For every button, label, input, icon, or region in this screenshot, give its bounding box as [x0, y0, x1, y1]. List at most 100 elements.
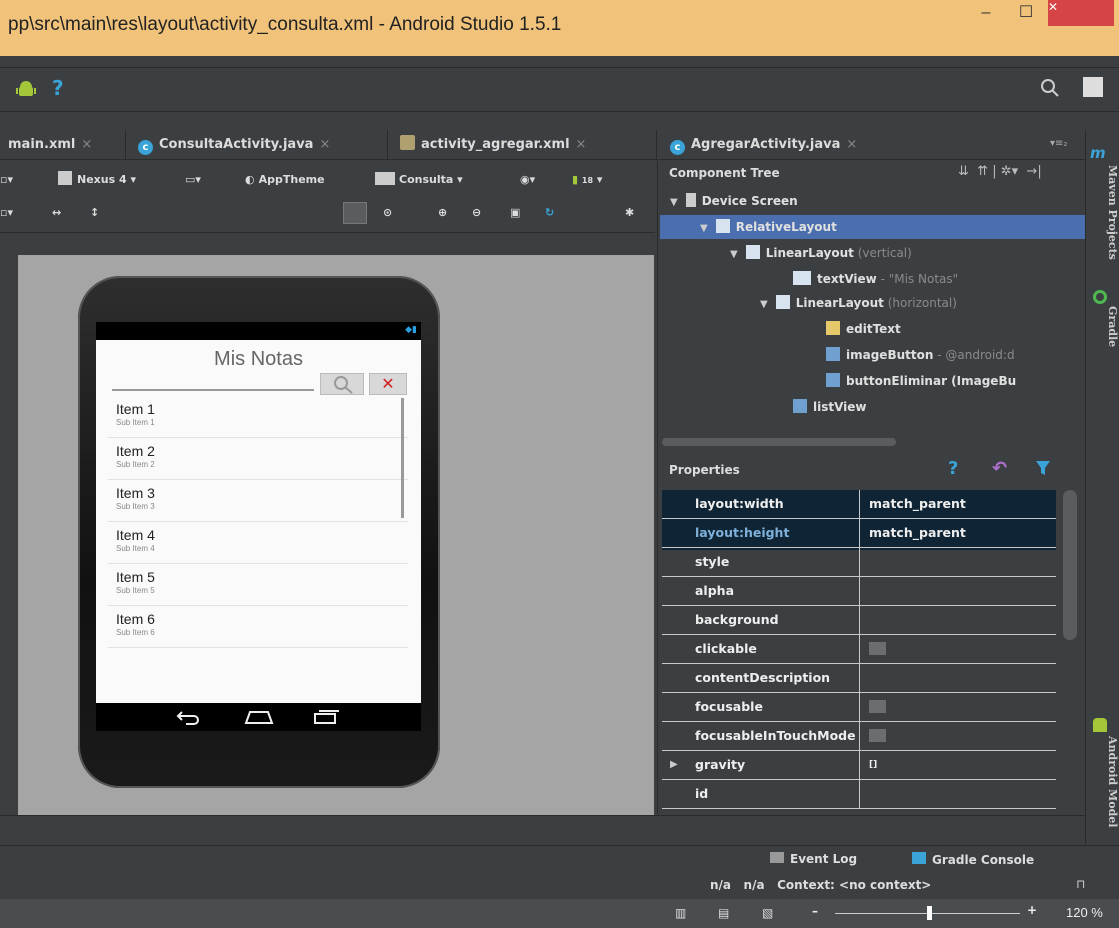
- android-icon[interactable]: [1093, 718, 1107, 732]
- user-avatar-icon[interactable]: [1083, 77, 1103, 97]
- zoom-out-icon[interactable]: ⊖: [472, 203, 481, 223]
- home-icon[interactable]: [242, 709, 276, 725]
- hide-icon[interactable]: →|: [1026, 164, 1041, 179]
- preview-icon[interactable]: ▣: [510, 203, 520, 223]
- help-icon[interactable]: ?: [948, 458, 958, 479]
- zoom-minus-button[interactable]: –: [812, 904, 818, 918]
- expand-horizontal-icon[interactable]: ↔: [52, 203, 61, 223]
- edit-text[interactable]: [112, 389, 314, 391]
- gradle-console-button[interactable]: Gradle Console: [912, 852, 1034, 867]
- activity-selector[interactable]: Consulta ▾: [375, 170, 463, 190]
- property-value[interactable]: [859, 722, 1056, 750]
- settings-icon[interactable]: ✱: [625, 203, 634, 223]
- tab-overflow-icon[interactable]: ▾≡₂: [1050, 138, 1067, 149]
- properties-scrollbar[interactable]: [1063, 490, 1077, 640]
- expand-arrow-icon[interactable]: ▼: [700, 223, 708, 234]
- filter-icon[interactable]: [1035, 460, 1051, 479]
- list-item[interactable]: Item 1 Sub Item 1: [108, 396, 408, 438]
- help-icon[interactable]: ?: [52, 76, 64, 100]
- page-view-icon[interactable]: ▤: [718, 906, 729, 920]
- property-value[interactable]: [859, 664, 1056, 692]
- property-row[interactable]: ▶ gravity []: [662, 751, 1056, 780]
- property-row[interactable]: layout:width match_parent: [662, 490, 1056, 519]
- property-value[interactable]: match_parent: [859, 490, 1056, 518]
- layout-icon[interactable]: ▫▾: [0, 203, 13, 223]
- orientation-icon[interactable]: ▭▾: [185, 170, 201, 190]
- locale-icon[interactable]: ◉▾: [520, 170, 535, 190]
- property-value[interactable]: [859, 548, 1056, 576]
- property-value[interactable]: match_parent: [859, 519, 1056, 547]
- maximize-button[interactable]: ☐: [1006, 0, 1046, 28]
- tree-node-textview[interactable]: textView - "Mis Notas": [793, 268, 958, 290]
- expand-arrow-icon[interactable]: ▼: [760, 299, 768, 310]
- gradle-tab[interactable]: Gradle: [1085, 306, 1119, 366]
- zoom-slider-thumb[interactable]: [927, 906, 932, 920]
- book-view-icon[interactable]: ▥: [675, 906, 686, 920]
- tree-node-edittext[interactable]: editText: [826, 318, 901, 340]
- checkbox[interactable]: [869, 729, 886, 742]
- refresh-icon[interactable]: ↻: [545, 203, 554, 223]
- tab-activity-agregar[interactable]: activity_agregar.xml ×: [392, 130, 657, 160]
- checkbox[interactable]: [869, 642, 886, 655]
- property-value[interactable]: [859, 635, 1056, 663]
- api-selector[interactable]: ▮ 18 ▾: [572, 170, 602, 190]
- checkbox[interactable]: [869, 700, 886, 713]
- maven-icon[interactable]: m: [1090, 144, 1106, 162]
- recents-icon[interactable]: [312, 709, 342, 725]
- zoom-in-icon[interactable]: ⊕: [438, 203, 447, 223]
- close-button[interactable]: ✕: [1048, 0, 1114, 26]
- property-value[interactable]: [859, 780, 1056, 808]
- tab-consulta-activity[interactable]: c ConsultaActivity.java ×: [130, 130, 388, 160]
- tree-node-listview[interactable]: listView: [793, 396, 867, 418]
- zoom-to-fit-icon[interactable]: [343, 202, 367, 224]
- android-model-tab[interactable]: Android Model: [1085, 736, 1119, 846]
- device-selector[interactable]: Nexus 4 ▾: [58, 170, 136, 190]
- property-value[interactable]: [859, 606, 1056, 634]
- tab-main-xml[interactable]: main.xml ×: [0, 130, 126, 160]
- list-item[interactable]: Item 3 Sub Item 3: [108, 480, 408, 522]
- maven-projects-tab[interactable]: Maven Projects: [1085, 165, 1119, 285]
- property-row[interactable]: contentDescription: [662, 664, 1056, 693]
- close-icon[interactable]: ×: [81, 137, 92, 152]
- tree-horizontal-scrollbar[interactable]: [662, 438, 896, 446]
- property-row[interactable]: focusable: [662, 693, 1056, 722]
- property-value[interactable]: []: [859, 751, 1056, 779]
- tree-node-linearlayout-vertical[interactable]: ▼ LinearLayout (vertical): [730, 242, 912, 264]
- search-image-button[interactable]: [320, 373, 364, 395]
- close-icon[interactable]: ×: [846, 137, 857, 152]
- property-row[interactable]: layout:height match_parent: [662, 519, 1056, 548]
- zoom-plus-button[interactable]: +: [1027, 903, 1037, 917]
- tree-node-linearlayout-horizontal[interactable]: ▼ LinearLayout (horizontal): [760, 292, 957, 314]
- list-scrollbar[interactable]: [401, 398, 404, 518]
- gradle-icon[interactable]: [1093, 290, 1107, 304]
- expand-vertical-icon[interactable]: ↕: [90, 203, 99, 223]
- tab-agregar-activity[interactable]: c AgregarActivity.java ×: [662, 130, 902, 160]
- delete-image-button[interactable]: ✕: [369, 373, 407, 395]
- property-value[interactable]: [859, 577, 1056, 605]
- render-options-icon[interactable]: ▫▾: [0, 170, 38, 190]
- collapse-all-icon[interactable]: ⇈: [977, 164, 988, 179]
- android-icon[interactable]: [16, 80, 36, 98]
- theme-selector[interactable]: ◐ AppTheme: [245, 170, 325, 190]
- expand-arrow-icon[interactable]: ▶: [670, 751, 678, 779]
- tree-node-buttoneliminar[interactable]: buttonEliminar (ImageBu: [826, 370, 1016, 392]
- property-row[interactable]: style: [662, 548, 1056, 577]
- property-row[interactable]: alpha: [662, 577, 1056, 606]
- expand-all-icon[interactable]: ⇊: [958, 164, 969, 179]
- web-view-icon[interactable]: ▧: [762, 906, 773, 920]
- list-item[interactable]: Item 4 Sub Item 4: [108, 522, 408, 564]
- property-row[interactable]: id: [662, 780, 1056, 809]
- undo-icon[interactable]: ↶: [992, 458, 1007, 479]
- property-value[interactable]: [859, 693, 1056, 721]
- property-row[interactable]: focusableInTouchMode: [662, 722, 1056, 751]
- tree-node-relativelayout[interactable]: ▼ RelativeLayout: [700, 216, 837, 238]
- expand-arrow-icon[interactable]: ▼: [670, 197, 678, 208]
- back-icon[interactable]: [176, 709, 200, 725]
- property-row[interactable]: clickable: [662, 635, 1056, 664]
- minimize-button[interactable]: –: [966, 0, 1006, 28]
- tree-node-imagebutton[interactable]: imageButton - @android:d: [826, 344, 1015, 366]
- list-item[interactable]: Item 2 Sub Item 2: [108, 438, 408, 480]
- event-log-button[interactable]: Event Log: [770, 852, 857, 866]
- close-icon[interactable]: ×: [576, 137, 587, 152]
- search-icon[interactable]: [1040, 78, 1060, 101]
